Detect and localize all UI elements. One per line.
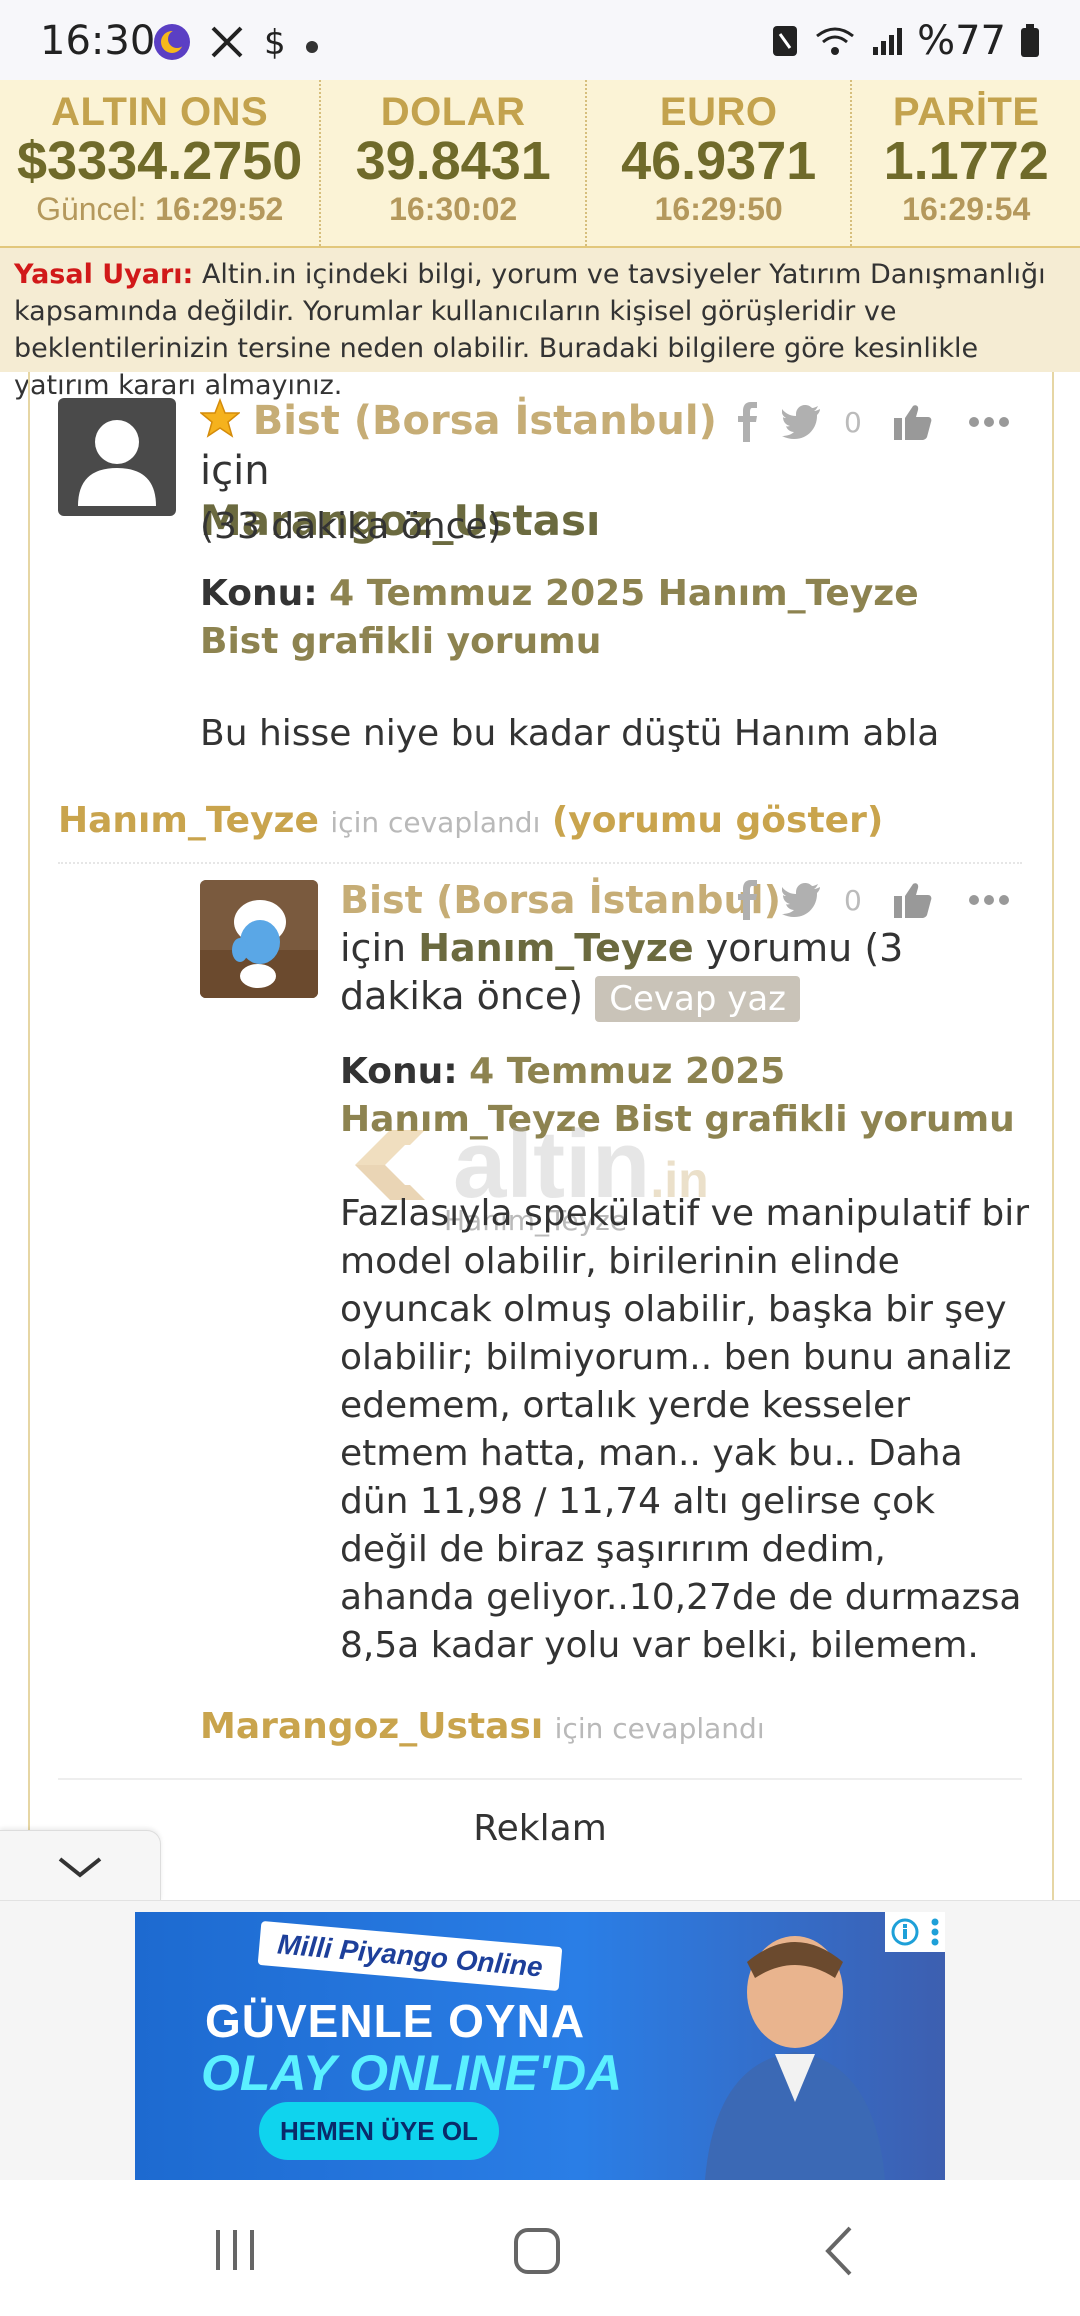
comment2-user-link[interactable]: Hanım_Teyze [418,926,693,970]
home-icon[interactable] [512,2226,562,2276]
comment1-reply-suffix: için cevaplandı [330,806,541,839]
signal-icon [873,28,903,55]
ticker-time-value: 16:29:52 [155,191,284,227]
avatar-smurf[interactable] [200,880,318,998]
avatar-default[interactable] [58,398,176,516]
user-silhouette-icon [78,420,156,506]
ticker-label: DOLAR [380,90,526,134]
comment2-actions: 0 [736,880,1010,920]
legal-warning: Yasal Uyarı: Altin.in içindeki bilgi, yo… [0,248,1080,401]
twitter-icon[interactable] [782,405,822,439]
smurf-avatar-image [200,880,318,998]
comment2-reply-suffix: için cevaplandı [554,1712,765,1745]
ticker-dolar[interactable]: DOLAR 39.8431 16:30:02 [321,80,587,246]
legal-warning-label: Yasal Uyarı: [14,259,194,290]
ticker-label: PARİTE [892,90,1040,134]
ticker-value: 39.8431 [355,131,551,191]
ticker-time: 16:29:50 [654,191,783,227]
x-icon [211,26,243,58]
chevron-down-icon [58,1857,102,1878]
dot-icon [306,41,318,53]
system-nav-bar [0,2180,1080,2316]
more-icon[interactable] [968,893,1010,907]
ticker-label: EURO [659,90,778,134]
show-comment-link[interactable]: (yorumu göster) [552,800,883,841]
ad-info[interactable] [885,1912,945,1952]
ad-cta-button[interactable]: HEMEN ÜYE OL [259,2102,499,2160]
ticker-time: Güncel: 16:29:52 [0,191,319,228]
ad-headline-1: GÜVENLE OYNA [205,1995,586,2047]
collapse-ad-button[interactable] [0,1830,161,1901]
facebook-icon[interactable] [736,402,760,442]
star-icon [198,397,242,438]
comment1-reply-user[interactable]: Hanım_Teyze [58,800,319,841]
comment1-actions: 0 [736,402,1010,442]
thumbs-up-icon[interactable] [893,404,932,440]
facebook-icon[interactable] [736,880,760,920]
ticker-time: 16:30:02 [389,191,518,227]
status-right: %77 [771,18,1040,64]
comment1-topic-label: Konu: [200,573,318,614]
ticker-value: 1.1772 [883,131,1049,191]
comment1-like-count: 0 [844,405,862,439]
comment1-for-word: için [200,448,270,494]
ticker-time: 16:29:54 [902,191,1031,227]
svg-text:$: $ [264,23,286,62]
comment1-reply-line: Hanım_Teyze için cevaplandı (yorumu göst… [58,800,883,841]
ticker-euro[interactable]: EURO 46.9371 16:29:50 [587,80,853,246]
divider [58,862,1022,864]
ad-person-image [705,1936,885,2180]
recent-apps-icon[interactable] [210,2228,260,2272]
reply-button[interactable]: Cevap yaz [595,975,801,1022]
ticker-label: ALTIN ONS [51,90,269,134]
ticker-altin-ons[interactable]: ALTIN ONS $3334.2750 Güncel: 16:29:52 [0,80,322,246]
thumbs-up-icon[interactable] [893,882,932,918]
comment1-body: Bu hisse niye bu kadar düştü Hanım abla [200,713,940,754]
comment1-topic: Konu: 4 Temmuz 2025 Hanım_Teyze Bist gra… [200,570,960,666]
dollar-icon: $ [264,23,286,62]
ad-brand: Milli Piyango Online [257,1920,563,1992]
ticker-time-prefix: Güncel: [36,191,147,227]
status-bar: 16:30 $ %77 [0,0,1080,80]
price-ticker: ALTIN ONS $3334.2750 Güncel: 16:29:52 DO… [0,80,1080,248]
comment2-for-word: için [340,926,407,970]
info-icon[interactable] [891,1918,919,1946]
ad-headline-2: OLAY ONLINE'DA [201,2045,623,2101]
ad-banner[interactable]: Milli Piyango Online GÜVENLE OYNA OLAY O… [135,1912,945,2180]
comment1-time: (33 dakika önce) [200,506,502,547]
battery-percent: %77 [917,18,1006,64]
battery-icon [1021,24,1039,57]
comment1-category-link[interactable]: Bist (Borsa İstanbul) [253,398,717,444]
comment2-topic-label: Konu: [340,1051,458,1092]
status-time: 16:30 [40,18,156,64]
ticker-parite[interactable]: PARİTE 1.1772 16:29:54 [852,80,1080,246]
moon-notification-icon [154,24,190,60]
comment2-category-link[interactable]: Bist (Borsa İstanbul) [340,878,781,922]
ad-label: Reklam [473,1808,607,1849]
twitter-icon[interactable] [782,883,822,917]
status-notifications: $ [152,22,318,62]
comment2-reply-user[interactable]: Marangoz_Ustası [200,1706,543,1747]
comment2-body: Fazlasıyla spekülatif ve manipulatif bir… [340,1193,1030,1666]
kebab-menu-icon[interactable] [930,1917,940,1947]
divider [58,1778,1022,1780]
back-icon[interactable] [820,2224,860,2278]
ticker-value: $3334.2750 [17,131,303,191]
wifi-icon [816,27,855,55]
ticker-value: 46.9371 [621,131,817,191]
comment2-like-count: 0 [844,883,862,917]
nfc-icon [773,26,798,56]
more-icon[interactable] [968,415,1010,429]
comment2-reply-line: Marangoz_Ustası için cevaplandı [200,1706,765,1747]
